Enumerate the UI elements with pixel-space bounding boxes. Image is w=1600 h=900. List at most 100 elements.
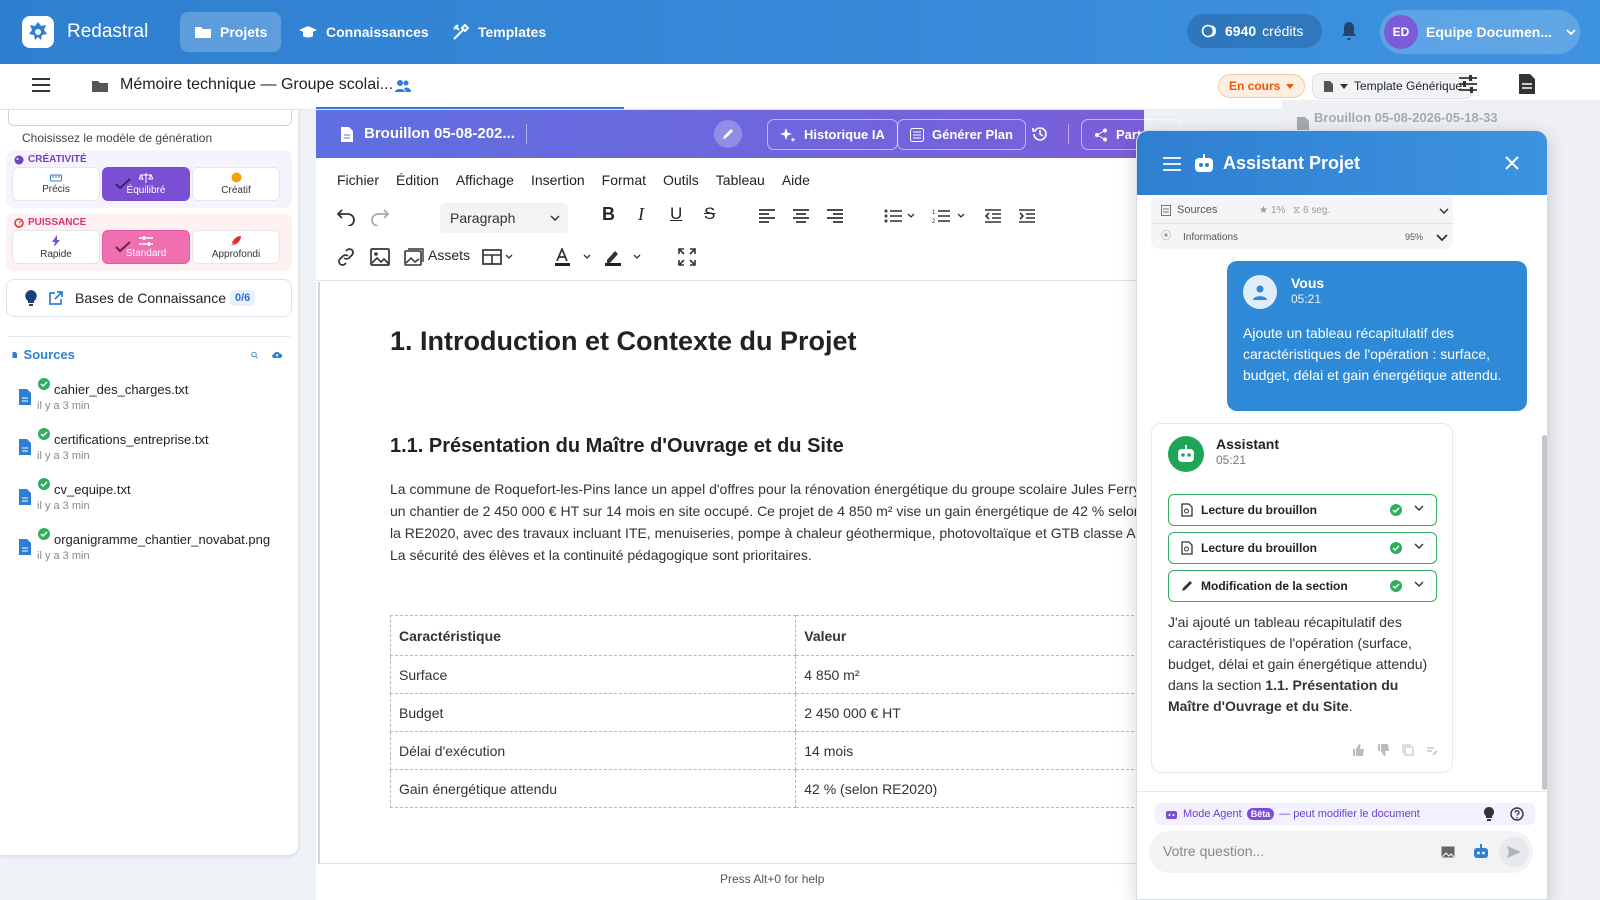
indent-icon[interactable] (1018, 208, 1036, 224)
hamburger-icon[interactable] (1163, 157, 1181, 171)
highlight-color-icon[interactable] (604, 248, 646, 266)
credits-badge[interactable]: 6940 crédits (1187, 14, 1322, 48)
summary-table[interactable]: Caractéristique Valeur Surface 4 850 m² … (389, 615, 1144, 808)
bullet-list-icon[interactable] (884, 208, 916, 224)
body-paragraph[interactable]: La commune de Roquefort-les-Pins lance u… (390, 478, 1150, 566)
text-color-icon[interactable] (554, 248, 596, 266)
external-link-icon[interactable] (49, 291, 63, 305)
history-icon[interactable] (1032, 126, 1048, 142)
table-cell[interactable]: 42 % (selon RE2020) (795, 769, 1144, 808)
user-menu[interactable]: ED Equipe Documen... (1380, 10, 1580, 54)
undo-icon[interactable] (336, 208, 356, 226)
assets-icon[interactable] (404, 248, 424, 266)
table-cell[interactable]: 2 450 000 € HT (795, 693, 1144, 732)
thumbs-up-icon[interactable] (1352, 744, 1365, 756)
document-page[interactable]: 1. Introduction et Contexte du Projet 1.… (318, 282, 1144, 864)
bold-icon[interactable]: B (602, 204, 615, 225)
menu-file[interactable]: Fichier (337, 172, 379, 188)
hamburger-icon[interactable] (32, 78, 50, 92)
users-icon[interactable] (395, 79, 411, 93)
model-input[interactable] (8, 110, 292, 126)
align-center-icon[interactable] (792, 208, 810, 224)
heading-1[interactable]: 1. Introduction et Contexte du Projet (390, 326, 857, 357)
draft-title[interactable]: Brouillon 05-08-202... (364, 125, 515, 142)
option-label: Équilibré (126, 184, 166, 196)
chevron-down-icon[interactable] (1439, 208, 1449, 214)
robot-icon[interactable] (1473, 844, 1489, 859)
list-item[interactable]: cv_equipe.txt il y a 3 min (18, 478, 288, 520)
menu-help[interactable]: Aide (782, 172, 810, 188)
generate-plan-button[interactable]: Générer Plan (897, 119, 1026, 150)
sliders-icon[interactable] (1458, 74, 1478, 94)
template-selector[interactable]: Template Générique (1312, 73, 1474, 99)
heading-2[interactable]: 1.1. Présentation du Maître d'Ouvrage et… (390, 435, 844, 458)
align-left-icon[interactable] (758, 208, 776, 224)
menu-insert[interactable]: Insertion (531, 172, 585, 188)
table-cell[interactable]: 4 850 m² (795, 655, 1144, 694)
fullscreen-icon[interactable] (678, 248, 696, 266)
upload-cloud-icon[interactable] (272, 348, 282, 362)
list-item[interactable]: cahier_des_charges.txt il y a 3 min (18, 378, 288, 420)
search-icon[interactable] (251, 348, 258, 362)
assets-label[interactable]: Assets (428, 247, 470, 263)
italic-icon[interactable]: I (638, 204, 644, 225)
knowledge-bases-button[interactable]: Bases de Connaissance 0/6 (6, 279, 292, 317)
creativity-option-precise[interactable]: Précis (12, 167, 100, 201)
tool-step[interactable]: Lecture du brouillon (1168, 494, 1437, 526)
edit-note-icon[interactable] (1426, 744, 1438, 756)
lightbulb-icon[interactable] (1483, 807, 1495, 821)
bell-icon[interactable] (1340, 21, 1358, 41)
history-ai-button[interactable]: Historique IA (767, 119, 898, 150)
creativity-option-balanced[interactable]: Équilibré (102, 167, 190, 201)
send-button[interactable] (1499, 837, 1529, 867)
menu-tools[interactable]: Outils (663, 172, 699, 188)
paragraph-style-select[interactable]: Paragraph (440, 203, 568, 233)
document-title[interactable]: Mémoire technique — Groupe scolai... (120, 76, 393, 94)
list-item[interactable]: organigramme_chantier_novabat.png il y a… (18, 528, 288, 570)
agent-mode-bar[interactable]: Mode Agent Bêta — peut modifier le docum… (1155, 803, 1535, 825)
image-icon[interactable] (370, 248, 390, 266)
thumbs-down-icon[interactable] (1377, 744, 1390, 756)
document-icon[interactable] (1518, 73, 1536, 95)
strikethrough-icon[interactable]: S (704, 204, 715, 224)
app-logo[interactable] (22, 16, 54, 48)
help-circle-icon[interactable] (1510, 807, 1524, 821)
power-option-standard[interactable]: Standard (102, 230, 190, 264)
chevron-down-icon[interactable] (1436, 234, 1448, 241)
table-cell[interactable]: Gain énergétique attendu (389, 769, 797, 808)
image-icon[interactable] (1441, 846, 1455, 858)
status-badge[interactable]: En cours (1218, 74, 1306, 98)
table-cell[interactable]: Délai d'exécution (389, 731, 797, 770)
table-cell[interactable]: Budget (389, 693, 797, 732)
edit-button[interactable] (714, 120, 742, 148)
list-item[interactable]: certifications_entreprise.txt il y a 3 m… (18, 428, 288, 470)
creativity-option-creative[interactable]: Créatif (192, 167, 280, 201)
nav-templates[interactable]: Templates (438, 12, 560, 52)
menu-format[interactable]: Format (602, 172, 646, 188)
redo-icon[interactable] (370, 208, 390, 226)
outdent-icon[interactable] (984, 208, 1002, 224)
question-input[interactable]: Votre question... (1149, 831, 1533, 873)
draft-label[interactable]: Brouillon 05-08-2026-05-18-33 (1314, 110, 1498, 125)
power-option-fast[interactable]: Rapide (12, 230, 100, 264)
copy-icon[interactable] (1402, 744, 1414, 756)
menu-table[interactable]: Tableau (716, 172, 765, 188)
close-icon[interactable] (1505, 156, 1519, 170)
power-option-deep[interactable]: Approfondi (192, 230, 280, 264)
numbered-list-icon[interactable]: 12 (932, 208, 966, 224)
menu-edit[interactable]: Édition (396, 172, 439, 188)
menu-view[interactable]: Affichage (456, 172, 514, 188)
link-icon[interactable] (336, 248, 356, 266)
table-cell[interactable]: 14 mois (795, 731, 1144, 770)
align-right-icon[interactable] (826, 208, 844, 224)
underline-icon[interactable]: U (670, 204, 682, 224)
table-header-cell[interactable]: Valeur (795, 615, 1144, 656)
tool-step[interactable]: Modification de la section (1168, 570, 1437, 602)
tool-step[interactable]: Lecture du brouillon (1168, 532, 1437, 564)
table-header-cell[interactable]: Caractéristique (389, 615, 797, 656)
table-cell[interactable]: Surface (389, 655, 797, 694)
nav-knowledge[interactable]: Connaissances (284, 12, 443, 52)
table-icon[interactable] (482, 248, 518, 266)
scrollbar[interactable] (1542, 435, 1547, 790)
nav-projects[interactable]: Projets (180, 12, 282, 52)
